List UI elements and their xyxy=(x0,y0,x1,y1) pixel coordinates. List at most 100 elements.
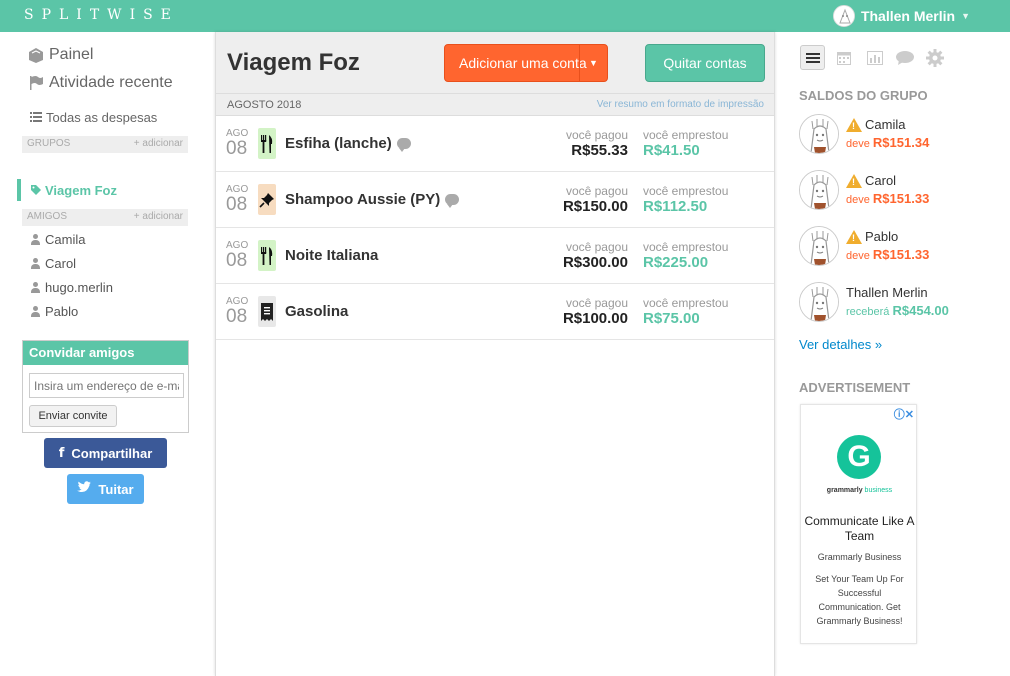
chevron-down-icon[interactable]: ▼ xyxy=(579,45,607,81)
right-sidebar: SALDOS DO GRUPO ! Camila deve R$151.34 ! Car… xyxy=(780,32,1010,676)
person-icon xyxy=(30,257,41,270)
warning-icon: ! xyxy=(846,173,862,188)
balance-item[interactable]: ! Pablo deve R$151.33 xyxy=(799,226,999,268)
balance-name: ! Carol xyxy=(846,173,896,188)
facebook-share-button[interactable]: f Compartilhar xyxy=(44,438,167,468)
paid-amount: R$100.00 xyxy=(562,310,628,327)
ad-body: Set Your Team Up For Successful Communic… xyxy=(815,574,904,626)
paid-label: você pagou xyxy=(565,128,628,142)
group-header: Viagem Foz Adicionar uma conta ▼ Quitar … xyxy=(216,32,774,94)
ad-subtitle: Grammarly Business xyxy=(817,552,902,562)
chart-icon[interactable] xyxy=(862,45,887,70)
month-label: AGOSTO 2018 xyxy=(227,99,302,111)
add-group-link[interactable]: + adicionar xyxy=(134,138,183,151)
expense-row[interactable]: AGO 08 Gasolina você pagou R$100.00 você empr… xyxy=(216,284,774,340)
group-balances-title: SALDOS DO GRUPO xyxy=(799,88,928,103)
calendar-icon[interactable] xyxy=(831,45,856,70)
friend-item[interactable]: Camila xyxy=(30,232,85,247)
paid-label: você pagou xyxy=(565,184,628,198)
flag-icon xyxy=(28,75,44,91)
invite-email-input[interactable] xyxy=(29,373,184,398)
ad-choices-icon[interactable]: ⓘ✕ xyxy=(894,406,914,422)
tag-icon xyxy=(31,183,41,198)
facebook-icon: f xyxy=(58,445,65,461)
top-bar: SPLITWISE Thallen Merlin ▼ xyxy=(0,0,1010,32)
chevron-down-icon: ▼ xyxy=(961,11,970,21)
avatar xyxy=(799,114,839,154)
balance-name: Thallen Merlin xyxy=(846,285,928,300)
balance-status: deve R$151.34 xyxy=(846,135,930,150)
friend-item[interactable]: hugo.merlin xyxy=(30,280,113,295)
print-summary-link[interactable]: Ver resumo em formato de impressão xyxy=(597,99,764,110)
friend-item[interactable]: Carol xyxy=(30,256,76,271)
ad-headline: Communicate Like A Team xyxy=(804,514,915,543)
comment-icon xyxy=(445,194,460,208)
advertisement-title: ADVERTISEMENT xyxy=(799,380,911,395)
list-icon xyxy=(30,110,42,125)
friends-header: AMIGOS + adicionar xyxy=(22,209,188,226)
expense-day: 08 xyxy=(226,250,248,271)
add-friend-link[interactable]: + adicionar xyxy=(134,211,183,224)
invite-friends-box: Convidar amigos Enviar convite xyxy=(22,340,189,433)
ad-brand: grammarly business xyxy=(826,487,893,494)
list-view-icon[interactable] xyxy=(800,45,825,70)
person-icon xyxy=(30,305,41,318)
balance-status: deve R$151.33 xyxy=(846,191,930,206)
main-panel: Viagem Foz Adicionar uma conta ▼ Quitar … xyxy=(215,32,775,676)
paid-amount: R$300.00 xyxy=(562,254,628,271)
expense-description: Shampoo Aussie (PY) xyxy=(285,191,460,208)
expense-list: AGO 08 Esfiha (lanche) você pagou R$55.33 voc… xyxy=(216,116,774,340)
balance-name: ! Camila xyxy=(846,117,905,132)
nav-dashboard[interactable]: Painel xyxy=(28,46,93,64)
paid-amount: R$150.00 xyxy=(562,198,628,215)
user-menu[interactable]: Thallen Merlin ▼ xyxy=(832,5,970,27)
splitwise-logo[interactable]: SPLITWISE xyxy=(24,7,179,23)
nav-all-expenses[interactable]: Todas as despesas xyxy=(30,110,157,125)
sidebar-item-viagem-foz[interactable]: Viagem Foz xyxy=(17,179,117,201)
logo-icon xyxy=(28,47,44,63)
balance-amount: R$151.33 xyxy=(872,247,930,262)
twitter-icon xyxy=(77,481,92,497)
nav-recent-activity[interactable]: Atividade recente xyxy=(28,74,173,92)
person-icon xyxy=(30,281,41,294)
balance-status: deve R$151.33 xyxy=(846,247,930,262)
balance-amount: R$151.33 xyxy=(872,191,930,206)
add-expense-button[interactable]: Adicionar uma conta ▼ xyxy=(444,44,608,82)
balance-item[interactable]: ! Carol deve R$151.33 xyxy=(799,170,999,212)
expense-day: 08 xyxy=(226,194,248,215)
comment-icon[interactable] xyxy=(892,45,917,70)
balance-amount: R$151.34 xyxy=(872,135,930,150)
fork-knife-icon xyxy=(258,240,276,271)
avatar xyxy=(799,282,839,322)
send-invite-button[interactable]: Enviar convite xyxy=(29,405,117,427)
lent-amount: R$112.50 xyxy=(643,198,708,215)
groups-header: GRUPOS + adicionar xyxy=(22,136,188,153)
lent-label: você emprestou xyxy=(643,184,729,198)
expense-row[interactable]: AGO 08 Esfiha (lanche) você pagou R$55.33 voc… xyxy=(216,116,774,172)
expense-day: 08 xyxy=(226,306,248,327)
lent-label: você emprestou xyxy=(643,296,729,310)
advertisement-banner[interactable]: ⓘ✕ G grammarly business Communicate Like… xyxy=(800,404,917,644)
balance-name: ! Pablo xyxy=(846,229,898,244)
user-name: Thallen Merlin xyxy=(860,8,956,24)
page-title: Viagem Foz xyxy=(227,49,360,76)
month-divider: AGOSTO 2018 Ver resumo em formato de imp… xyxy=(216,94,774,116)
twitter-share-button[interactable]: Tuitar xyxy=(67,474,144,504)
avatar xyxy=(799,226,839,266)
expense-row[interactable]: AGO 08 Noite Italiana você pagou R$300.00 voc… xyxy=(216,228,774,284)
user-avatar xyxy=(832,5,855,27)
lent-label: você emprestou xyxy=(643,128,729,142)
warning-icon: ! xyxy=(846,117,862,132)
expense-description: Noite Italiana xyxy=(285,247,379,264)
balance-amount: R$454.00 xyxy=(892,303,949,318)
balance-item[interactable]: ! Camila deve R$151.34 xyxy=(799,114,999,156)
balance-item[interactable]: Thallen Merlin receberá R$454.00 xyxy=(799,282,999,324)
gear-icon[interactable] xyxy=(922,45,947,70)
friend-item[interactable]: Pablo xyxy=(30,304,78,319)
settle-up-button[interactable]: Quitar contas xyxy=(645,44,765,82)
expense-row[interactable]: AGO 08 Shampoo Aussie (PY) você pagou R$150.… xyxy=(216,172,774,228)
expense-description: Esfiha (lanche) xyxy=(285,135,411,152)
lent-amount: R$41.50 xyxy=(643,142,700,159)
balance-status: receberá R$454.00 xyxy=(846,303,949,318)
view-details-link[interactable]: Ver detalhes » xyxy=(799,337,882,352)
